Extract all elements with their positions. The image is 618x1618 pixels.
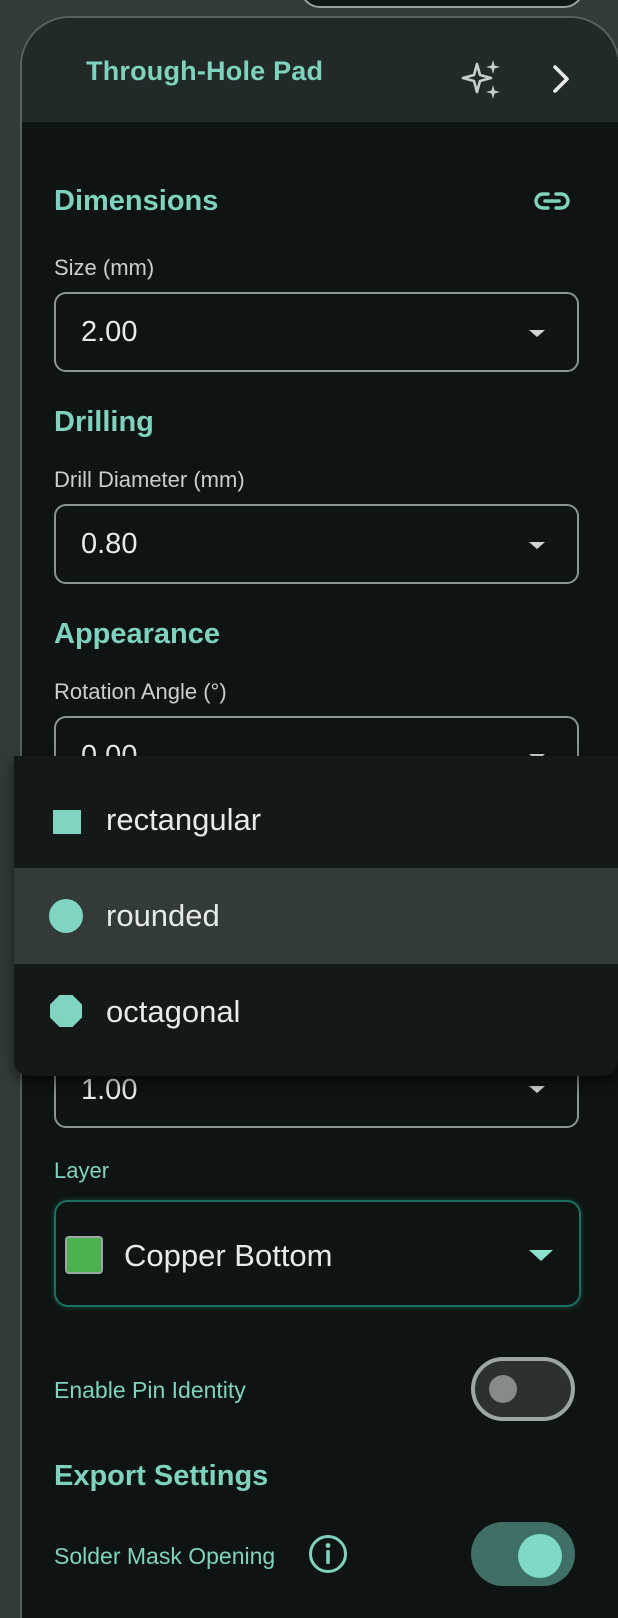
menu-item-label: rounded xyxy=(106,898,220,933)
section-title-dimensions: Dimensions xyxy=(54,185,219,217)
layer-value: Copper Bottom xyxy=(124,1238,333,1273)
caret-down-icon xyxy=(529,1086,545,1093)
sparkle-icon[interactable] xyxy=(460,58,502,100)
caret-down-icon xyxy=(529,330,545,337)
info-icon[interactable] xyxy=(308,1534,348,1574)
solder-mask-label: Solder Mask Opening xyxy=(54,1543,276,1569)
drill-diameter-label: Drill Diameter (mm) xyxy=(54,467,245,492)
size-select[interactable]: 2.00 xyxy=(54,292,579,372)
rotation-angle-label: Rotation Angle (°) xyxy=(54,679,227,704)
panel-title: Through-Hole Pad xyxy=(86,56,324,86)
section-title-drilling: Drilling xyxy=(54,406,154,438)
pin-identity-toggle[interactable] xyxy=(471,1357,575,1421)
panel-header: Through-Hole Pad xyxy=(22,18,618,122)
menu-item-rectangular[interactable]: rectangular xyxy=(14,772,618,868)
drill-diameter-value: 0.80 xyxy=(81,528,138,560)
circle-icon xyxy=(49,899,83,933)
solder-mask-toggle[interactable] xyxy=(471,1522,575,1586)
size-value: 2.00 xyxy=(81,316,138,348)
caret-down-icon xyxy=(529,1250,553,1261)
pad-parameter-value: 1.00 xyxy=(81,1074,138,1106)
link-icon[interactable] xyxy=(533,188,571,214)
layer-select[interactable]: Copper Bottom xyxy=(54,1200,581,1307)
pin-identity-label: Enable Pin Identity xyxy=(54,1377,246,1403)
pad-shape-menu: rectangular rounded octagonal xyxy=(14,756,618,1076)
layer-label: Layer xyxy=(54,1158,110,1183)
section-title-export-settings: Export Settings xyxy=(54,1460,269,1492)
layer-color-swatch xyxy=(65,1236,103,1274)
menu-item-label: rectangular xyxy=(106,802,262,837)
top-search-pill[interactable] xyxy=(300,0,584,8)
section-title-appearance: Appearance xyxy=(54,618,221,650)
menu-item-octagonal[interactable]: octagonal xyxy=(14,964,618,1060)
menu-item-rounded[interactable]: rounded xyxy=(14,868,618,964)
toggle-knob xyxy=(518,1534,562,1578)
chevron-right-icon[interactable] xyxy=(546,62,578,96)
drill-diameter-select[interactable]: 0.80 xyxy=(54,504,579,584)
menu-item-label: octagonal xyxy=(106,994,241,1029)
size-label: Size (mm) xyxy=(54,255,155,280)
caret-down-icon xyxy=(529,542,545,549)
toggle-knob xyxy=(489,1375,517,1403)
square-icon xyxy=(53,810,81,834)
octagon-icon xyxy=(50,995,82,1027)
